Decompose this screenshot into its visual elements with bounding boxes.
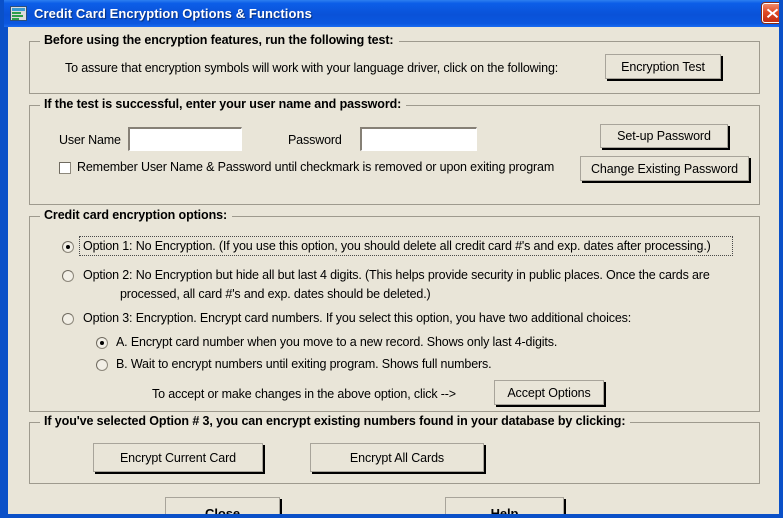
- remember-credentials-label: Remember User Name & Password until chec…: [77, 160, 555, 174]
- encrypt-all-cards-button[interactable]: Encrypt All Cards: [310, 443, 484, 472]
- title-bar: Credit Card Encryption Options & Functio…: [4, 0, 779, 27]
- sub-option-a-label[interactable]: A. Encrypt card number when you move to …: [116, 335, 557, 349]
- encrypt-current-card-button[interactable]: Encrypt Current Card: [93, 443, 263, 472]
- close-icon[interactable]: [762, 3, 779, 23]
- password-input[interactable]: [360, 127, 477, 151]
- username-input[interactable]: [128, 127, 242, 151]
- sub-option-b-label[interactable]: B. Wait to encrypt numbers until exiting…: [116, 357, 492, 371]
- group-encryption-options-title: Credit card encryption options:: [40, 208, 233, 222]
- group-login: If the test is successful, enter your us…: [29, 97, 760, 205]
- option-3-radio[interactable]: [62, 313, 74, 325]
- sub-option-b-radio[interactable]: [96, 359, 108, 371]
- setup-password-button[interactable]: Set-up Password: [600, 124, 728, 148]
- encryption-test-instruction: To assure that encryption symbols will w…: [65, 61, 559, 75]
- help-button[interactable]: Help: [445, 497, 564, 514]
- change-existing-password-button[interactable]: Change Existing Password: [580, 156, 749, 181]
- option-2-label-line-1[interactable]: Option 2: No Encryption but hide all but…: [83, 268, 710, 282]
- group-encrypt-existing: If you've selected Option # 3, you can e…: [29, 414, 760, 484]
- close-button[interactable]: Close: [165, 497, 280, 514]
- option-2-radio[interactable]: [62, 270, 74, 282]
- option-1-radio[interactable]: [62, 241, 74, 253]
- encryption-test-button[interactable]: Encryption Test: [605, 54, 721, 79]
- group-encryption-test: Before using the encryption features, ru…: [29, 33, 760, 94]
- group-encryption-test-title: Before using the encryption features, ru…: [40, 33, 399, 47]
- option-3-label[interactable]: Option 3: Encryption. Encrypt card numbe…: [83, 311, 631, 325]
- username-label: User Name: [59, 133, 121, 147]
- remember-credentials-checkbox[interactable]: [59, 162, 71, 174]
- window-title: Credit Card Encryption Options & Functio…: [34, 6, 312, 21]
- password-label: Password: [288, 133, 342, 147]
- dialog-body: Before using the encryption features, ru…: [8, 27, 779, 514]
- option-2-label-line-2[interactable]: processed, all card #'s and exp. dates s…: [120, 287, 431, 301]
- group-encrypt-existing-title: If you've selected Option # 3, you can e…: [40, 414, 631, 428]
- credit-card-icon: [10, 6, 27, 21]
- group-login-title: If the test is successful, enter your us…: [40, 97, 407, 111]
- sub-option-a-radio[interactable]: [96, 337, 108, 349]
- application-window: Credit Card Encryption Options & Functio…: [0, 0, 783, 518]
- accept-options-hint: To accept or make changes in the above o…: [152, 387, 456, 401]
- option-1-label[interactable]: Option 1: No Encryption. (If you use thi…: [83, 239, 711, 253]
- accept-options-button[interactable]: Accept Options: [494, 380, 604, 405]
- group-encryption-options: Credit card encryption options: Option 1…: [29, 208, 760, 412]
